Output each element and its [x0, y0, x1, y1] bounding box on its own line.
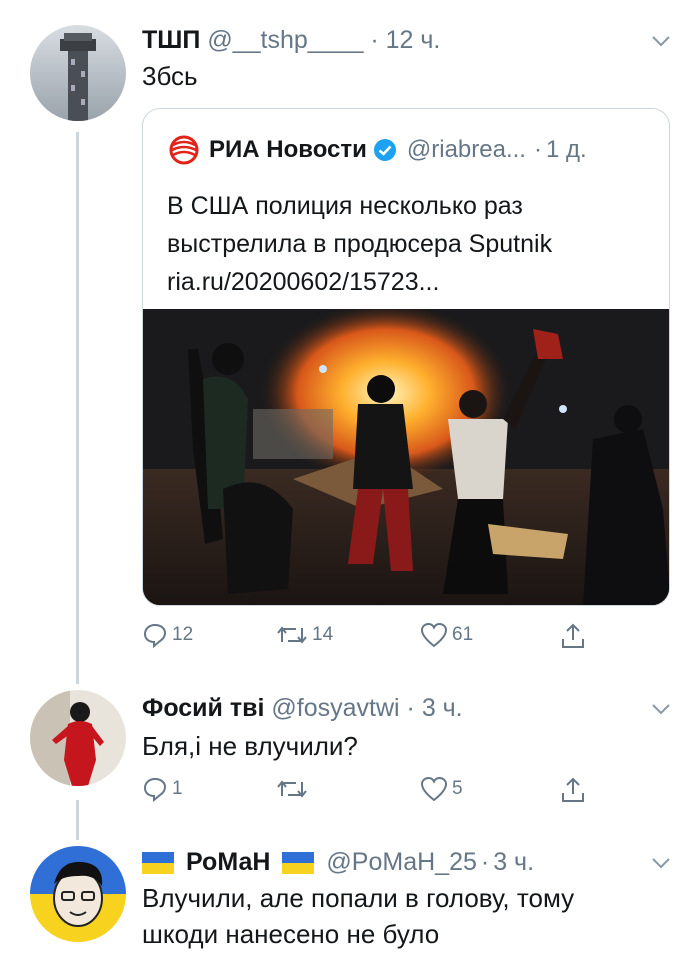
protest-photo[interactable]	[143, 309, 670, 606]
author-name[interactable]: ТШП	[142, 26, 200, 54]
tweet-actions: 1 5	[142, 776, 602, 810]
quote-link[interactable]: ria.ru/20200602/15723...	[167, 263, 657, 301]
quote-author-handle: @riabrea...	[406, 136, 526, 163]
reply-button[interactable]: 12	[142, 622, 193, 648]
retweet-button[interactable]: 14	[276, 622, 333, 648]
share-button[interactable]	[560, 776, 586, 804]
timestamp[interactable]: 12 ч.	[386, 26, 441, 54]
author-name[interactable]: Фосий тві	[142, 694, 264, 722]
author-handle[interactable]: @PoMaH_25	[326, 848, 476, 877]
like-count: 5	[452, 778, 463, 799]
ria-logo-icon	[169, 135, 199, 165]
avatar-fosiy[interactable]	[30, 690, 126, 786]
quoted-tweet[interactable]: РИА Новости @riabrea... · 1 д. В США пол…	[142, 108, 670, 606]
reply-count: 12	[172, 624, 194, 645]
tweet-text: Влучили, але попали в голову, тому шкоди…	[142, 880, 574, 952]
avatar-tshp[interactable]	[30, 25, 126, 121]
tweet-header: Фосий тві @fosyavtwi · 3 ч.	[142, 694, 463, 723]
retweet-button[interactable]	[276, 776, 312, 802]
retweet-icon	[277, 626, 307, 644]
ukraine-flag-icon	[142, 851, 174, 874]
share-button[interactable]	[560, 622, 586, 650]
share-icon	[562, 777, 584, 802]
chevron-down-icon[interactable]	[650, 852, 672, 874]
chevron-down-icon[interactable]	[650, 698, 672, 720]
quote-line: выстрелила в продюсера Sputnik	[167, 230, 553, 258]
separator: ·	[370, 26, 379, 54]
tweet-1[interactable]: ТШП @__tshp____ · 12 ч. 3бсь РИА Новости…	[0, 0, 700, 690]
tweet-text-line: шкоди нанесено не було	[142, 919, 440, 949]
timestamp[interactable]: 3 ч.	[493, 848, 534, 877]
quote-header: РИА Новости @riabrea... · 1 д.	[167, 135, 587, 165]
reply-icon	[143, 777, 167, 802]
like-count: 61	[452, 624, 474, 645]
avatar-roman[interactable]	[30, 846, 126, 942]
tweet-text: 3бсь	[142, 61, 198, 91]
tweet-2[interactable]: Фосий тві @fosyavtwi · 3 ч. Бля,і не влу…	[0, 690, 700, 830]
author-name[interactable]: РоМаН	[186, 848, 270, 877]
reply-count: 1	[172, 778, 183, 799]
quote-timestamp: 1 д.	[545, 136, 587, 163]
heart-icon	[420, 622, 448, 648]
author-handle[interactable]: @fosyavtwi	[271, 694, 399, 722]
verified-badge-icon	[373, 139, 396, 161]
reply-icon	[143, 623, 167, 648]
ukraine-flag-icon	[282, 851, 315, 874]
heart-icon	[420, 776, 448, 802]
like-button[interactable]: 5	[420, 776, 463, 802]
reply-button[interactable]: 1	[142, 776, 183, 802]
chevron-down-icon[interactable]	[650, 30, 672, 52]
separator: ·	[406, 694, 415, 722]
retweet-icon	[277, 780, 307, 798]
share-icon	[562, 623, 584, 648]
tweet-header: РоМаН @PoMaH_25 · 3 ч.	[142, 848, 534, 877]
tweet-text: Бля,і не влучили?	[142, 731, 358, 761]
author-handle[interactable]: @__tshp____	[207, 26, 363, 54]
timestamp[interactable]: 3 ч.	[422, 694, 463, 722]
quote-text: В США полиция несколько раз выстрелила в…	[167, 187, 657, 301]
like-button[interactable]: 61	[420, 622, 473, 648]
quote-author-name: РИА Новости	[209, 136, 367, 163]
separator: ·	[480, 848, 490, 876]
quote-line: В США полиция несколько раз	[167, 192, 523, 220]
separator: ·	[533, 136, 542, 163]
tweet-3[interactable]: РоМаН @PoMaH_25 · 3 ч. Влучили, але попа…	[0, 840, 700, 960]
retweet-count: 14	[312, 624, 334, 645]
tweet-actions: 12 14 61	[142, 622, 602, 656]
tweet-header: ТШП @__tshp____ · 12 ч.	[142, 26, 440, 55]
tweet-text-line: Влучили, але попали в голову, тому	[142, 883, 575, 913]
